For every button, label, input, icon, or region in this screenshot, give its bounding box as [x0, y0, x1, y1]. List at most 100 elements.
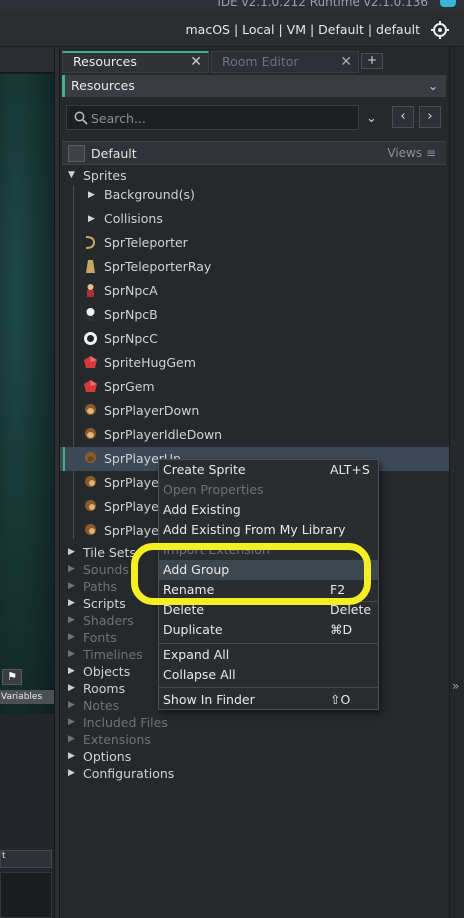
- subfolder-label: Collisions: [104, 211, 163, 226]
- group-name: Default: [91, 146, 137, 161]
- collapsed-arrow-icon: ▶: [68, 717, 75, 727]
- menu-item-shortcut: ALT+S: [330, 462, 370, 477]
- sprite-item[interactable]: SprNpcA: [60, 279, 449, 303]
- menu-item-collapse-all[interactable]: Collapse All: [159, 665, 378, 685]
- menu-item-delete[interactable]: Delete Delete: [159, 600, 378, 620]
- expand-panel-icon[interactable]: »: [452, 679, 459, 693]
- folder-label: Shaders: [83, 613, 134, 628]
- menu-item-add-existing-from-library[interactable]: Add Existing From My Library: [159, 520, 378, 540]
- chat-icon[interactable]: [440, 0, 456, 7]
- folder-label: Scripts: [83, 596, 126, 611]
- gem-icon: [84, 356, 97, 368]
- menu-item-label: Show In Finder: [163, 692, 255, 707]
- menu-item-label: Add Group: [163, 562, 230, 577]
- collapsed-arrow-icon: ▶: [68, 632, 75, 642]
- subfolder-label: Background(s): [104, 187, 195, 202]
- collapsed-arrow-icon: ▶: [68, 666, 75, 676]
- monkey-icon: [85, 500, 96, 511]
- tab-room-editor[interactable]: Room Editor ✕: [211, 51, 359, 73]
- left-field[interactable]: t: [0, 850, 52, 868]
- sprite-item[interactable]: SprNpcC: [60, 327, 449, 351]
- tree-folder-sprites[interactable]: ▼ Sprites: [60, 167, 449, 184]
- tree-folder-included-files[interactable]: ▶ Included Files: [60, 714, 449, 731]
- menu-item-add-existing[interactable]: Add Existing: [159, 500, 378, 520]
- sprite-item[interactable]: SprPlayerIdleDown: [60, 423, 449, 447]
- room-canvas[interactable]: [0, 74, 54, 714]
- monkey-icon: [85, 476, 96, 487]
- menu-item-rename[interactable]: Rename F2: [159, 580, 378, 600]
- monkey-icon: [85, 524, 96, 535]
- sprite-item[interactable]: SprTeleporterRay: [60, 255, 449, 279]
- collapsed-arrow-icon: ▶: [68, 581, 75, 591]
- menu-item-label: Import Extension: [163, 542, 270, 557]
- folder-label: Objects: [83, 664, 131, 679]
- tree-subfolder[interactable]: ▶ Collisions: [60, 207, 449, 231]
- context-menu: Create Sprite ALT+S Open Properties Add …: [158, 459, 379, 710]
- tab-resources[interactable]: Resources ✕: [62, 51, 209, 73]
- close-icon[interactable]: ✕: [190, 53, 202, 71]
- menu-item-label: Open Properties: [163, 482, 264, 497]
- collapsed-arrow-icon: ▶: [68, 598, 75, 608]
- menu-item-shortcut: ⇧O: [330, 692, 351, 707]
- group-header[interactable]: Default Views ≡: [62, 141, 446, 165]
- tree-subfolder[interactable]: ▶ Background(s): [60, 183, 449, 207]
- menu-item-shortcut: F2: [330, 582, 346, 597]
- title-bar: IDE v2.1.0.212 Runtime v2.1.0.136: [0, 0, 464, 11]
- chevron-down-icon: ⌄: [427, 79, 438, 93]
- menu-item-open-properties[interactable]: Open Properties: [159, 480, 378, 500]
- monkey-icon: [85, 404, 96, 415]
- views-label: Views: [387, 146, 423, 160]
- sprite-item[interactable]: SprTeleporter: [60, 231, 449, 255]
- target-settings-icon[interactable]: [430, 20, 450, 40]
- menu-item-expand-all[interactable]: Expand All: [159, 645, 378, 665]
- sprite-label: SprGem: [104, 379, 155, 394]
- right-dock-strip: »: [449, 47, 464, 918]
- monkey-icon: [85, 452, 96, 463]
- resources-dropdown[interactable]: Resources ⌄: [62, 75, 446, 97]
- menu-item-shortcut: Delete: [330, 602, 372, 617]
- menu-item-label: Collapse All: [163, 667, 236, 682]
- views-button[interactable]: Views ≡: [387, 146, 436, 160]
- menu-item-label: Rename: [163, 582, 215, 597]
- folder-label: Sprites: [83, 168, 127, 183]
- menu-item-show-in-finder[interactable]: Show In Finder ⇧O: [159, 690, 378, 710]
- collapsed-arrow-icon: ▶: [88, 190, 95, 200]
- sprite-label: SprPlayer: [104, 523, 164, 538]
- ray-icon: [86, 260, 95, 273]
- sprite-item[interactable]: SpriteHugGem: [60, 351, 449, 375]
- tab-label: Resources: [73, 54, 137, 69]
- expanded-arrow-icon: ▼: [68, 170, 75, 180]
- previous-result-button[interactable]: ‹: [392, 106, 414, 128]
- monkey-icon: [85, 428, 96, 439]
- sprite-label: SprTeleporterRay: [104, 259, 212, 274]
- close-icon[interactable]: ✕: [340, 52, 352, 72]
- menu-item-create-sprite[interactable]: Create Sprite ALT+S: [159, 460, 378, 480]
- npc-a-icon: [87, 284, 94, 297]
- folder-label: Timelines: [83, 647, 143, 662]
- menu-item-import-extension[interactable]: Import Extension: [159, 540, 378, 560]
- resources-dropdown-value: Resources: [71, 78, 135, 93]
- room-toolbar: [0, 47, 54, 73]
- target-selector[interactable]: macOS | Local | VM | Default | default: [185, 22, 420, 37]
- sprite-label: SprNpcC: [104, 331, 158, 346]
- search-input[interactable]: [91, 109, 351, 127]
- tree-folder-options[interactable]: ▶ Options: [60, 748, 449, 765]
- sprite-item[interactable]: SprPlayerDown: [60, 399, 449, 423]
- menu-item-label: Delete: [163, 602, 205, 617]
- variables-button[interactable]: Variables: [0, 690, 54, 704]
- menu-item-add-group[interactable]: Add Group: [159, 560, 378, 580]
- sprite-item[interactable]: SprGem: [60, 375, 449, 399]
- npc-b-icon: [86, 308, 95, 321]
- sprite-label: SprPlayerIdleDown: [104, 427, 223, 442]
- collapsed-arrow-icon: ▶: [68, 700, 75, 710]
- left-preview: [0, 872, 52, 918]
- collapsed-arrow-icon: ▶: [88, 214, 95, 224]
- menu-item-duplicate[interactable]: Duplicate ⌘D: [159, 620, 378, 640]
- add-tab-button[interactable]: +: [361, 53, 383, 69]
- next-result-button[interactable]: ›: [419, 106, 441, 128]
- tree-folder-extensions[interactable]: ▶ Extensions: [60, 731, 449, 748]
- search-options-icon[interactable]: ⌄: [366, 111, 377, 126]
- flag-icon[interactable]: ⚑: [2, 669, 22, 685]
- tree-folder-configurations[interactable]: ▶ Configurations: [60, 765, 449, 782]
- sprite-item[interactable]: SprNpcB: [60, 303, 449, 327]
